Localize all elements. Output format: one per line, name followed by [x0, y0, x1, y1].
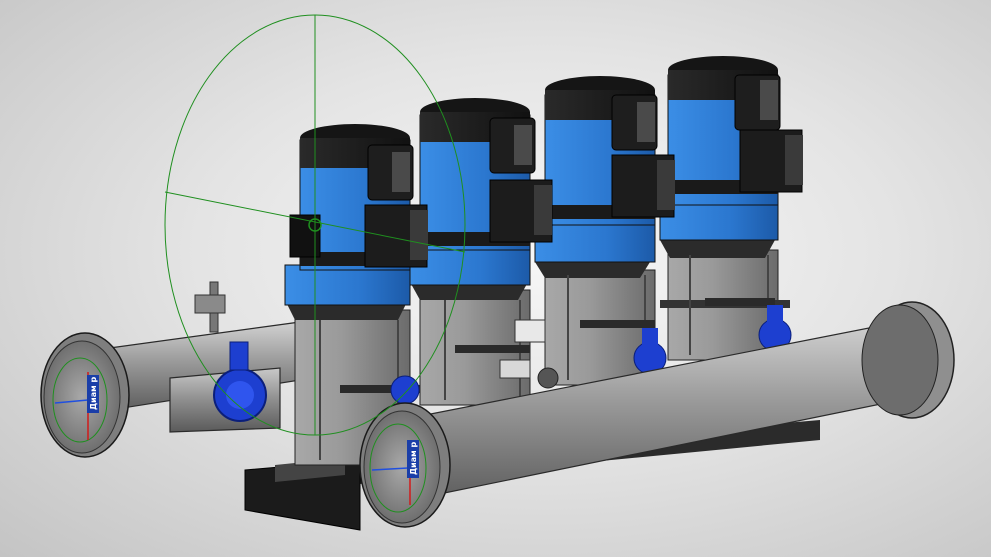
suction-valve-2 — [390, 375, 420, 405]
outlet-connector-label: Диам р — [409, 442, 418, 475]
pump-2[interactable] — [409, 98, 553, 406]
3d-viewport[interactable]: Диам р Диам р — [0, 0, 991, 557]
model-canvas[interactable]: Диам р Диам р — [0, 0, 991, 557]
junction-box — [514, 319, 546, 343]
inlet-flange[interactable]: Диам р — [40, 332, 130, 458]
inlet-connector-label: Диам р — [89, 377, 98, 410]
outlet-flange[interactable]: Диам р — [359, 402, 451, 528]
